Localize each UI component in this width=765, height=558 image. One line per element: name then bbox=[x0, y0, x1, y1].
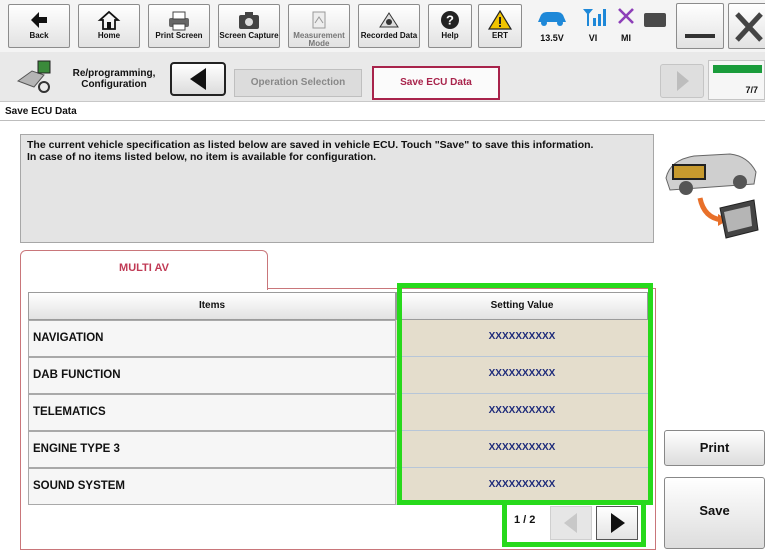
right-arrow-icon bbox=[677, 71, 689, 91]
left-arrow-icon bbox=[564, 513, 577, 533]
breadcrumb-save-ecu-data: Save ECU Data bbox=[372, 66, 500, 100]
help-icon: ? bbox=[441, 11, 459, 29]
back-arrow-icon bbox=[31, 12, 47, 28]
gauge-icon bbox=[312, 11, 326, 29]
help-button[interactable]: ? Help bbox=[428, 4, 472, 48]
item-cell: SOUND SYSTEM bbox=[28, 468, 396, 505]
mode-label: Re/programming, Configuration bbox=[72, 68, 156, 90]
vehicle-to-laptop-illustration bbox=[665, 153, 759, 239]
printer-icon bbox=[169, 11, 189, 31]
warning-icon bbox=[487, 9, 513, 30]
vi-label: VI bbox=[588, 33, 598, 43]
screen-capture-button[interactable]: Screen Capture bbox=[218, 4, 280, 48]
ert-button[interactable]: ERT bbox=[478, 4, 522, 48]
previous-step-button[interactable] bbox=[170, 62, 226, 96]
battery-voltage-status: 13.5V bbox=[532, 6, 572, 43]
right-arrow-icon bbox=[611, 513, 625, 533]
page-title: Save ECU Data bbox=[5, 106, 77, 117]
measurement-mode-label: Measurement Mode bbox=[293, 31, 345, 48]
recorded-data-icon bbox=[379, 12, 399, 28]
home-label: Home bbox=[97, 31, 121, 40]
status-indicator bbox=[644, 13, 666, 27]
close-button[interactable] bbox=[728, 3, 765, 49]
info-line-2: In case of no items listed below, no ite… bbox=[27, 151, 377, 163]
progress-text: 7/7 bbox=[745, 85, 758, 95]
item-cell: DAB FUNCTION bbox=[28, 357, 396, 394]
mi-status: MI bbox=[612, 6, 640, 43]
top-toolbar: Back Home Print Screen Screen Capture Me… bbox=[0, 0, 765, 52]
close-icon bbox=[735, 12, 763, 42]
previous-page-button[interactable] bbox=[550, 506, 592, 540]
back-button[interactable]: Back bbox=[8, 4, 70, 48]
next-step-button[interactable] bbox=[660, 64, 704, 98]
progress-fill bbox=[713, 65, 762, 73]
print-screen-button[interactable]: Print Screen bbox=[148, 4, 210, 48]
divider bbox=[0, 120, 765, 121]
tab-multi-av[interactable]: MULTI AV bbox=[20, 250, 268, 290]
svg-text:?: ? bbox=[446, 13, 454, 28]
item-cell: TELEMATICS bbox=[28, 394, 396, 431]
car-icon bbox=[538, 12, 566, 26]
back-label: Back bbox=[29, 31, 49, 40]
minimize-button[interactable] bbox=[676, 3, 724, 49]
print-screen-label: Print Screen bbox=[155, 31, 203, 40]
camera-icon bbox=[239, 12, 259, 29]
recorded-data-label: Recorded Data bbox=[360, 31, 418, 40]
step-progress: 7/7 bbox=[708, 60, 765, 100]
reprogramming-icon bbox=[16, 60, 51, 93]
save-button[interactable]: Save bbox=[664, 477, 765, 549]
measurement-mode-button[interactable]: Measurement Mode bbox=[288, 4, 350, 48]
info-message-box: The current vehicle specification as lis… bbox=[20, 134, 654, 243]
column-header-items: Items bbox=[28, 292, 396, 320]
info-line-1: The current vehicle specification as lis… bbox=[27, 139, 594, 151]
ert-label: ERT bbox=[492, 31, 508, 40]
vi-status: VI bbox=[578, 6, 608, 43]
print-button[interactable]: Print bbox=[664, 430, 765, 466]
breadcrumb-operation-selection[interactable]: Operation Selection bbox=[234, 69, 362, 97]
home-button[interactable]: Home bbox=[78, 4, 140, 48]
item-cell: NAVIGATION bbox=[28, 320, 396, 357]
screen-capture-label: Screen Capture bbox=[219, 31, 279, 40]
progress-bar bbox=[713, 65, 762, 73]
mi-label: MI bbox=[621, 33, 631, 43]
left-arrow-icon bbox=[190, 68, 206, 90]
home-icon bbox=[97, 10, 121, 30]
next-page-button[interactable] bbox=[596, 506, 638, 540]
signal-icon bbox=[583, 9, 606, 26]
disconnected-x-icon bbox=[618, 8, 634, 24]
item-cell: ENGINE TYPE 3 bbox=[28, 431, 396, 468]
breadcrumb: Re/programming, Configuration Operation … bbox=[0, 52, 765, 102]
recorded-data-button[interactable]: Recorded Data bbox=[358, 4, 420, 48]
help-label: Help bbox=[441, 31, 459, 40]
setting-value-highlight bbox=[397, 283, 653, 505]
page-indicator: 1 / 2 bbox=[514, 514, 536, 526]
voltage-label: 13.5V bbox=[540, 33, 564, 43]
minimize-icon bbox=[685, 34, 715, 38]
